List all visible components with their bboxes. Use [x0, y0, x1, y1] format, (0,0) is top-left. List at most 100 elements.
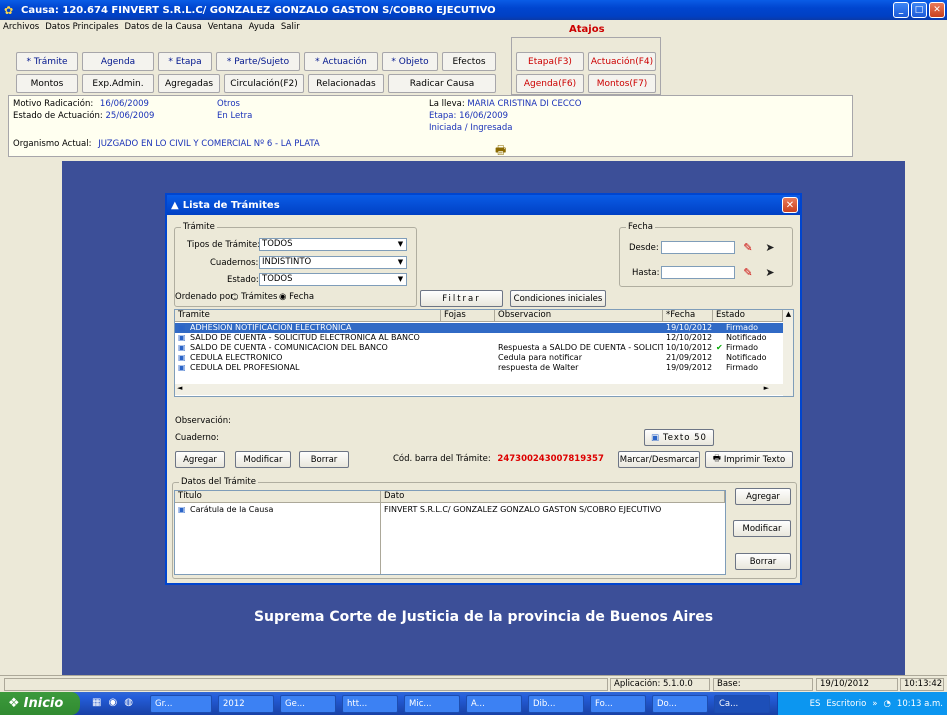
col-header-fecha[interactable]: *Fecha [663, 310, 713, 322]
table-row[interactable]: ▣ ADHESION NOTIFICACION ELECTRONICA 19/10… [175, 323, 783, 333]
calendar-icon[interactable]: ✎ [739, 239, 757, 255]
datos-agregar-button[interactable]: Agregar [735, 488, 791, 505]
row-fojas [441, 323, 495, 333]
menu-datos-principales[interactable]: Datos Principales [45, 22, 118, 32]
causa-info-panel: Motivo Radicación: 16/06/2009 Otros Esta… [8, 95, 853, 157]
task-do[interactable]: Do... [652, 695, 708, 713]
marcar-desmarcar-button[interactable]: Marcar/Desmarcar [618, 451, 700, 468]
efectos-button[interactable]: Efectos [442, 52, 496, 71]
task-htt[interactable]: htt... [342, 695, 398, 713]
minimize-button[interactable]: _ [893, 2, 909, 18]
datos-borrar-button[interactable]: Borrar [735, 553, 791, 570]
menu-datos-causa[interactable]: Datos de la Causa [125, 22, 202, 32]
cuadernos-select[interactable]: INDISTINTO ▼ [259, 256, 407, 269]
pointer-icon[interactable]: ➤ [761, 264, 779, 280]
maximize-button[interactable]: □ [911, 2, 927, 18]
scroll-up-icon[interactable]: ▲ [783, 310, 793, 318]
table-row[interactable]: ▣ SALDO DE CUENTA - COMUNICACION DEL BANC… [175, 343, 783, 353]
menu-ventana[interactable]: Ventana [208, 22, 243, 32]
document-icon: ▣ [178, 363, 186, 372]
col-header-dato[interactable]: Dato [381, 491, 725, 503]
tipos-select[interactable]: TODOS ▼ [259, 238, 407, 251]
table-row[interactable]: ▣ Carátula de la Causa FINVERT S.R.L.C/ G… [175, 505, 725, 515]
task-a[interactable]: A... [466, 695, 522, 713]
desde-input[interactable] [661, 241, 735, 254]
task-ge[interactable]: Ge... [280, 695, 336, 713]
etapa-f3-button[interactable]: Etapa(F3) [516, 52, 584, 71]
estado-filter-label: Estado: [227, 275, 259, 285]
agregadas-button[interactable]: Agregadas [158, 74, 220, 93]
actuacion-f4-button[interactable]: Actuación(F4) [588, 52, 656, 71]
task-dib[interactable]: Dib... [528, 695, 584, 713]
ord-tramites-radio[interactable]: ○ Trámites [231, 292, 277, 302]
row-fojas [441, 333, 495, 343]
agenda-f6-button[interactable]: Agenda(F6) [516, 74, 584, 93]
task-ca-active[interactable]: Ca... [714, 695, 770, 713]
task-gr[interactable]: Gr... [150, 695, 212, 713]
col-header-tramite[interactable]: Tramite [175, 310, 441, 322]
col-header-observacion[interactable]: Observacion [495, 310, 663, 322]
objeto-button[interactable]: * Objeto [382, 52, 438, 71]
printer-icon: 🖶 [712, 453, 721, 464]
grid-vertical-scrollbar[interactable]: ▲ [783, 310, 793, 396]
pointer-icon[interactable]: ➤ [761, 239, 779, 255]
fecha-group-label: Fecha [626, 222, 655, 232]
expadmin-button[interactable]: Exp.Admin. [82, 74, 154, 93]
table-row[interactable]: ▣ SALDO DE CUENTA - SOLICITUD ELECTRONICA… [175, 333, 783, 343]
language-indicator[interactable]: ES [810, 699, 821, 709]
cod-barra-value: 247300243007819357 [497, 454, 604, 464]
circulacion-button[interactable]: Circulación(F2) [224, 74, 304, 93]
menu-archivos[interactable]: Archivos [3, 22, 39, 32]
agenda-button[interactable]: Agenda [82, 52, 154, 71]
radicar-causa-button[interactable]: Radicar Causa [388, 74, 496, 93]
system-tray: ES Escritorio » ◔ 10:13 a.m. [777, 692, 947, 715]
montos-f7-button[interactable]: Montos(F7) [588, 74, 656, 93]
agregar-button[interactable]: Agregar [175, 451, 225, 468]
network-icon[interactable]: ◔ [883, 699, 890, 709]
row-estado: Firmado [726, 343, 759, 352]
printer-icon[interactable]: 🖶 [495, 141, 506, 162]
montos-button[interactable]: Montos [16, 74, 78, 93]
task-mic[interactable]: Mic... [404, 695, 460, 713]
row-dato: FINVERT S.R.L.C/ GONZALEZ GONZALO GASTON… [384, 505, 662, 514]
dialog-close-button[interactable]: ✕ [782, 197, 798, 213]
modificar-button[interactable]: Modificar [235, 451, 291, 468]
condiciones-iniciales-button[interactable]: Condiciones iniciales [510, 290, 606, 307]
grid-horizontal-scrollbar[interactable]: ◄ ► [175, 384, 783, 395]
table-row[interactable]: ▣ CEDULA DEL PROFESIONAL respuesta de Wal… [175, 363, 783, 373]
parte-sujeto-button[interactable]: * Parte/Sujeto [216, 52, 300, 71]
scroll-right-icon[interactable]: ► [764, 384, 769, 392]
media-icon[interactable]: ◍ [124, 697, 133, 708]
ord-fecha-label: Fecha [289, 292, 315, 302]
texto-button[interactable]: ▣ Texto 50 [644, 429, 714, 446]
escritorio-toolbar[interactable]: Escritorio [826, 699, 866, 709]
hasta-input[interactable] [661, 266, 735, 279]
close-button[interactable]: ✕ [929, 2, 945, 18]
datos-modificar-button[interactable]: Modificar [733, 520, 791, 537]
tramite-button[interactable]: * Trámite [16, 52, 78, 71]
motivo-value: Otros [217, 99, 240, 109]
col-header-fojas[interactable]: Fojas [441, 310, 495, 322]
ord-fecha-radio[interactable]: ◉ Fecha [279, 292, 314, 302]
imprimir-texto-button[interactable]: 🖶 Imprimir Texto [705, 451, 793, 468]
tray-expand-icon[interactable]: » [872, 699, 877, 709]
estado-select[interactable]: TODOS ▼ [259, 273, 407, 286]
task-2012[interactable]: 2012 [218, 695, 274, 713]
start-button[interactable]: ❖ Inicio [0, 692, 80, 715]
menu-ayuda[interactable]: Ayuda [249, 22, 275, 32]
filtrar-button[interactable]: Filtrar [420, 290, 503, 307]
relacionadas-button[interactable]: Relacionadas [308, 74, 384, 93]
etapa-button[interactable]: * Etapa [158, 52, 212, 71]
scroll-left-icon[interactable]: ◄ [177, 384, 182, 392]
col-header-titulo[interactable]: Título [175, 491, 381, 503]
task-fo[interactable]: Fo... [590, 695, 646, 713]
browser-icon[interactable]: ◉ [108, 697, 117, 708]
desktop-icon[interactable]: ▦ [92, 697, 101, 708]
calendar-icon[interactable]: ✎ [739, 264, 757, 280]
borrar-button[interactable]: Borrar [299, 451, 349, 468]
actuacion-button[interactable]: * Actuación [304, 52, 378, 71]
window-title: Causa: 120.674 FINVERT S.R.L.C/ GONZALEZ… [21, 4, 496, 16]
col-header-estado[interactable]: Estado [713, 310, 783, 322]
menu-salir[interactable]: Salir [281, 22, 300, 32]
table-row[interactable]: ▣ CEDULA ELECTRONICO Cedula para notifica… [175, 353, 783, 363]
